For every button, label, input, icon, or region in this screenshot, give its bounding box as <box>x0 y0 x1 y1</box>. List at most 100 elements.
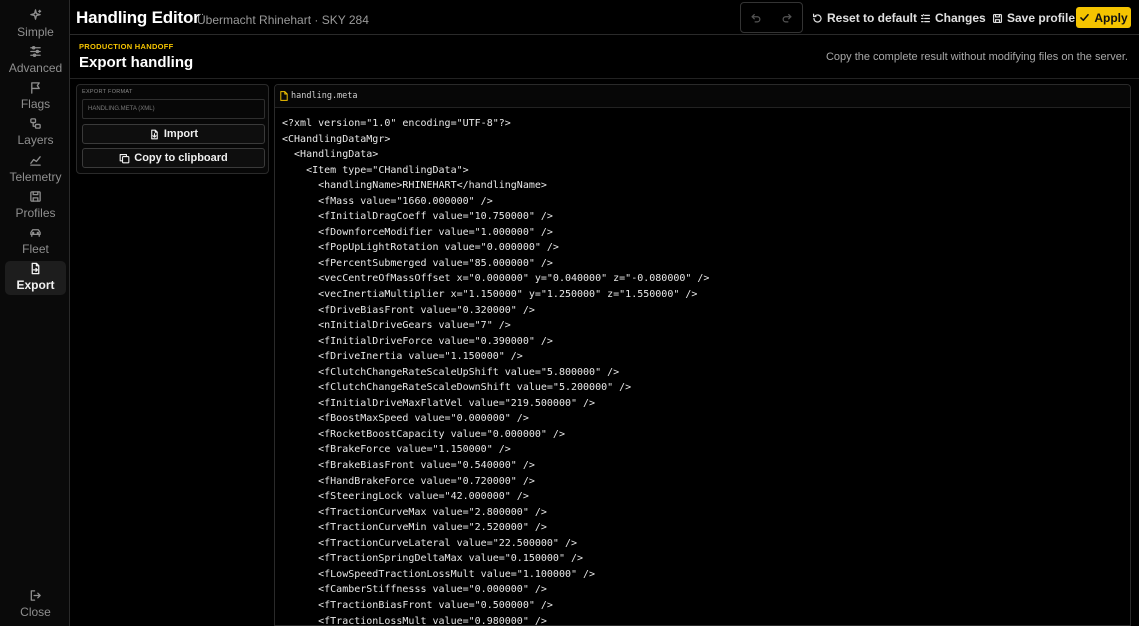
code-line: <fTractionLossMult value="0.980000" /> <box>282 615 547 626</box>
import-label: Import <box>163 128 199 140</box>
code-line: <fHandBrakeForce value="0.720000" /> <box>282 475 535 487</box>
code-line: <fTractionSpringDeltaMax value="0.150000… <box>282 553 584 565</box>
undo-icon <box>751 13 761 22</box>
sliders-icon <box>30 46 41 57</box>
divider <box>70 78 1139 79</box>
sidebar-item-fleet[interactable]: Fleet <box>5 225 66 259</box>
reset-to-default-button[interactable]: Reset to default <box>812 10 917 26</box>
app-window: Simple Advanced Flags Layers Telemetry P… <box>0 0 1139 626</box>
code-line: <fPopUpLightRotation value="0.000000" /> <box>282 242 559 254</box>
code-line: <fClutchChangeRateScaleUpShift value="5.… <box>282 366 620 378</box>
file-export-icon <box>31 262 40 275</box>
sidebar-item-label: Telemetry <box>9 170 62 184</box>
redo-button[interactable] <box>772 3 803 32</box>
sidebar-item-label: Profiles <box>15 206 56 220</box>
sidebar-item-layers[interactable]: Layers <box>5 116 66 150</box>
sidebar-item-label: Flags <box>20 97 51 111</box>
close-label: Close <box>20 605 51 619</box>
sidebar-item-export[interactable]: Export <box>5 261 66 295</box>
sidebar-item-simple[interactable]: Simple <box>5 8 66 42</box>
car-icon <box>30 229 41 237</box>
code-line: <fDriveBiasFront value="0.320000" /> <box>282 304 535 316</box>
save-profile-button[interactable]: Save profile <box>992 10 1075 26</box>
sidebar-item-telemetry[interactable]: Telemetry <box>5 153 66 187</box>
code-line: <fRocketBoostCapacity value="0.000000" /… <box>282 428 565 440</box>
apply-label: Apply <box>1094 10 1128 25</box>
code-line: <fDownforceModifier value="1.000000" /> <box>282 226 553 238</box>
sidebar-item-label: Export <box>16 278 55 292</box>
page-title: Export handling <box>79 54 194 71</box>
reset-label: Reset to default <box>827 11 918 25</box>
code-line: <vecCentreOfMassOffset x="0.000000" y="0… <box>282 273 710 285</box>
check-icon <box>1080 13 1090 22</box>
copy-label: Copy to clipboard <box>134 152 228 164</box>
undo-button[interactable] <box>741 3 772 32</box>
export-format-select[interactable]: HANDLING.META (XML) <box>82 99 265 119</box>
apply-button[interactable]: Apply <box>1076 7 1131 28</box>
code-line: <vecInertiaMultiplier x="1.150000" y="1.… <box>282 289 698 301</box>
history-controls <box>740 2 803 33</box>
code-output-panel: handling.meta <?xml version="1.0" encodi… <box>274 84 1131 626</box>
sidebar-item-label: Simple <box>17 25 54 39</box>
code-content[interactable]: <?xml version="1.0" encoding="UTF-8"?> <C… <box>282 116 710 626</box>
code-line: <nInitialDriveGears value="7" /> <box>282 320 511 332</box>
sidebar-item-flags[interactable]: Flags <box>5 80 66 114</box>
code-line: <fPercentSubmerged value="85.000000" /> <box>282 257 553 269</box>
flag-icon <box>31 82 40 94</box>
code-line: <handlingName>RHINEHART</handlingName> <box>282 180 547 192</box>
chart-icon <box>30 156 41 166</box>
code-line: <fDriveInertia value="1.150000" /> <box>282 351 523 363</box>
sidebar-item-profiles[interactable]: Profiles <box>5 189 66 223</box>
sidebar-item-advanced[interactable]: Advanced <box>5 44 66 78</box>
file-name: handling.meta <box>291 91 358 101</box>
changes-label: Changes <box>935 11 986 25</box>
list-diff-icon <box>920 13 931 22</box>
app-title: Handling Editor <box>76 8 200 27</box>
code-line: <fBrakeBiasFront value="0.540000" /> <box>282 460 535 472</box>
import-button[interactable]: Import <box>82 124 265 144</box>
code-line: <fTractionCurveMin value="2.520000" /> <box>282 522 547 534</box>
code-line: <fSteeringLock value="42.000000" /> <box>282 491 529 503</box>
sparkles-icon <box>30 9 42 20</box>
export-options-panel: EXPORT FORMAT HANDLING.META (XML) Import… <box>76 84 269 174</box>
save-icon <box>992 13 1003 23</box>
code-line: <fTractionBiasFront value="0.500000" /> <box>282 599 553 611</box>
copy-icon <box>119 153 130 163</box>
changes-button[interactable]: Changes <box>920 10 986 26</box>
close-button[interactable]: Close <box>5 588 66 622</box>
save-label: Save profile <box>1007 11 1076 25</box>
code-line: <fBrakeForce value="1.150000" /> <box>282 444 511 456</box>
code-line: <fBoostMaxSpeed value="0.000000" /> <box>282 413 529 425</box>
vehicle-subtitle: Übermacht Rhinehart · SKY 284 <box>197 13 369 27</box>
code-line: <fTractionCurveMax value="2.800000" /> <box>282 506 547 518</box>
file-icon <box>280 91 288 101</box>
code-line: <fTractionCurveLateral value="22.500000"… <box>282 537 578 549</box>
save-icon <box>30 191 41 202</box>
code-line: <HandlingData> <box>282 149 379 161</box>
layers-icon <box>30 118 41 129</box>
code-line: <Item type="CHandlingData"> <box>282 164 469 176</box>
export-format-label: EXPORT FORMAT <box>82 89 133 95</box>
copy-to-clipboard-button[interactable]: Copy to clipboard <box>82 148 265 168</box>
code-line: <fMass value="1660.000000" /> <box>282 195 493 207</box>
code-line: <?xml version="1.0" encoding="UTF-8"?> <box>282 118 511 129</box>
file-tab: handling.meta <box>275 85 1130 108</box>
redo-icon <box>782 13 792 22</box>
code-line: <fLowSpeedTractionLossMult value="1.1000… <box>282 568 596 580</box>
file-import-icon <box>151 129 158 139</box>
code-line: <CHandlingDataMgr> <box>282 133 391 145</box>
code-line: <fCamberStiffnesss value="0.000000" /> <box>282 584 547 596</box>
logout-icon <box>30 590 41 601</box>
sidebar-item-label: Advanced <box>8 61 63 75</box>
top-bar: Handling Editor Übermacht Rhinehart · SK… <box>70 0 1139 35</box>
reset-icon <box>812 13 822 23</box>
code-line: <fInitialDriveMaxFlatVel value="219.5000… <box>282 397 596 409</box>
section-note: Copy the complete result without modifyi… <box>825 51 1128 63</box>
sidebar-item-label: Layers <box>17 133 54 147</box>
code-line: <fInitialDriveForce value="0.390000" /> <box>282 335 553 347</box>
sidebar: Simple Advanced Flags Layers Telemetry P… <box>0 0 70 626</box>
code-line: <fInitialDragCoeff value="10.750000" /> <box>282 211 553 223</box>
sidebar-item-label: Fleet <box>22 242 49 256</box>
section-kicker: PRODUCTION HANDOFF <box>79 42 174 51</box>
code-line: <fClutchChangeRateScaleDownShift value="… <box>282 382 632 394</box>
